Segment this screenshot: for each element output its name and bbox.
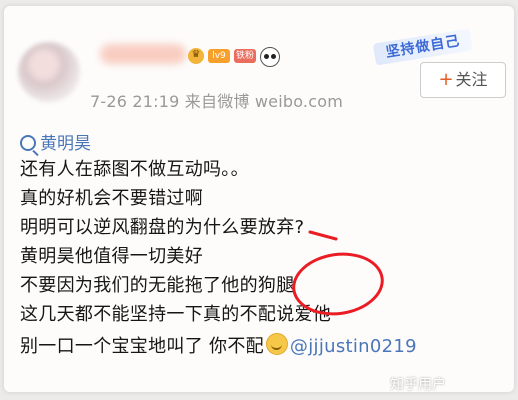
weibo-post-card: ♛ lv9 铁粉 7-26 21:19 来自微博 weibo.com 坚持做自己… [4,6,514,392]
post-time-source: 7-26 21:19 来自微博 weibo.com [90,92,343,111]
follow-label: 关注 [455,70,488,89]
plus-icon: + [438,69,454,90]
post-text-line: 还有人在舔图不做互动吗。。 [20,159,249,180]
username[interactable] [100,44,186,64]
event-banner: 坚持做自己 [372,28,474,66]
panda-icon [260,47,280,67]
fan-badge: 铁粉 [234,49,256,63]
post-text-line: 明明可以逆风翻盘的为什么要放弃? [20,217,305,238]
avatar[interactable] [18,42,80,102]
post-text-line: 不要因为我们的无能拖了他的狗腿 [20,275,295,296]
user-mention-link[interactable]: @jjjustin0219 [290,336,417,357]
post-text-line: 这几天都不能坚持一下真的不配说爱他 [20,304,332,325]
level-badge: lv9 [208,49,230,63]
post-text-line: 黄明昊他值得一切美好 [20,246,203,267]
post-text: 别一口一个宝宝地叫了 你不配 [20,336,264,357]
post-text-line-last: 别一口一个宝宝地叫了 你不配 @jjjustin0219 [20,333,417,359]
annotation-stroke [308,230,338,241]
smile-emoji-icon [265,333,288,355]
post-text-line: 真的好机会不要错过啊 [20,188,203,209]
topic-link[interactable]: 黄明昊 [20,132,91,156]
topic-label: 黄明昊 [40,134,91,154]
search-icon [20,135,36,151]
crown-icon: ♛ [188,48,204,64]
follow-button[interactable]: + 关注 [420,62,506,98]
watermark: 知乎用户 [390,377,446,393]
